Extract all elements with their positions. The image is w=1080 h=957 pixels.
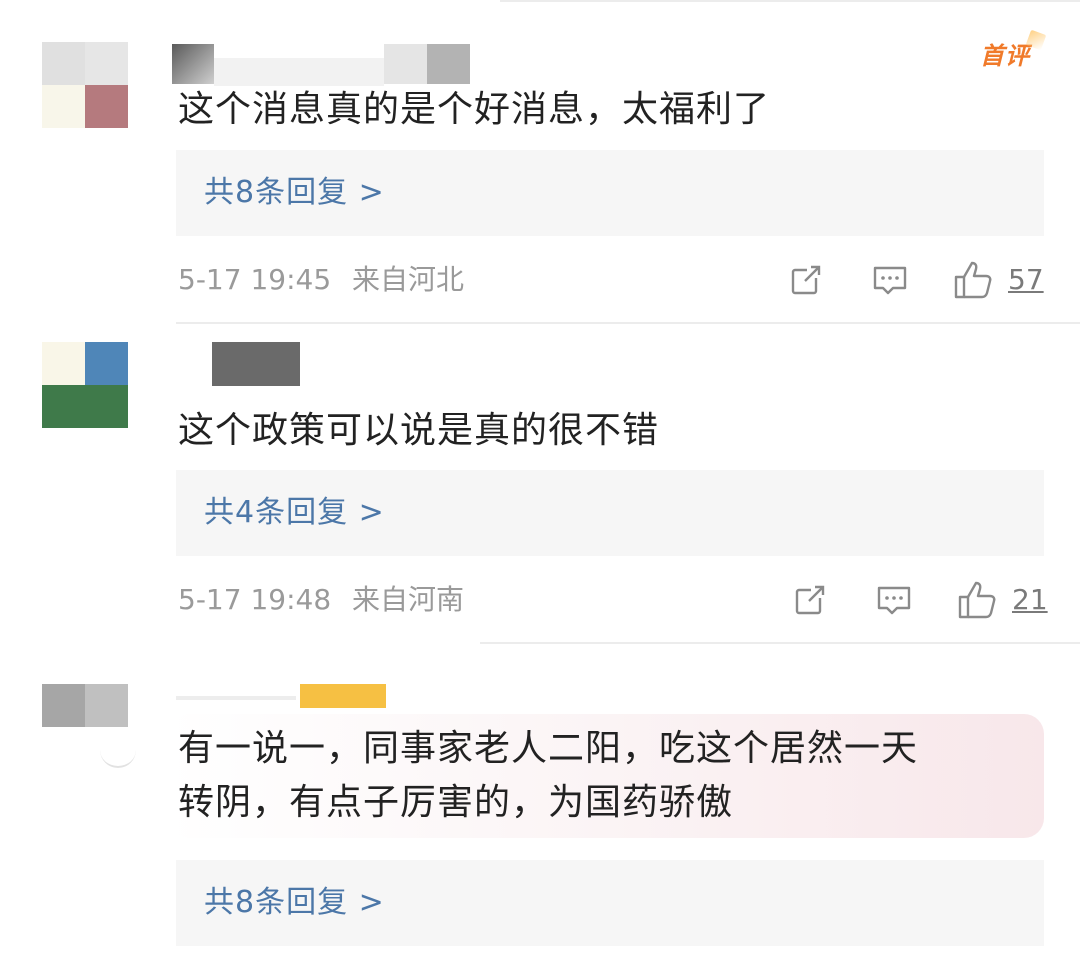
- avatar[interactable]: [42, 684, 128, 728]
- username-redacted[interactable]: [300, 684, 386, 708]
- share-icon[interactable]: [790, 580, 830, 620]
- location: 来自河南: [352, 583, 465, 616]
- view-replies-link[interactable]: 共4条回复 >: [204, 470, 385, 556]
- avatar-decoration: [100, 740, 136, 768]
- like-count[interactable]: 21: [1012, 580, 1048, 620]
- comment-text: 有一说一，同事家老人二阳，吃这个居然一天 转阴，有点子厉害的，为国药骄傲: [178, 722, 918, 830]
- view-replies-link[interactable]: 共8条回复 >: [204, 150, 385, 236]
- username-redacted[interactable]: [172, 44, 472, 88]
- timestamp: 5-17 19:48: [178, 583, 332, 616]
- like-count[interactable]: 57: [1008, 260, 1044, 300]
- comment-icon[interactable]: [874, 580, 914, 620]
- comment-text-line: 转阴，有点子厉害的，为国药骄傲: [178, 782, 734, 823]
- replies-panel[interactable]: 共8条回复 >: [176, 150, 1044, 236]
- comment-item: 这个政策可以说是真的很不错 共4条回复 > 5-17 19:48 来自河南 21: [0, 322, 1080, 644]
- replies-panel[interactable]: 共4条回复 >: [176, 470, 1044, 556]
- thumbs-up-icon[interactable]: [956, 578, 1000, 622]
- comment-meta: 5-17 19:45 来自河北: [178, 260, 464, 300]
- timestamp: 5-17 19:45: [178, 263, 332, 296]
- view-replies-link[interactable]: 共8条回复 >: [204, 860, 385, 946]
- avatar[interactable]: [42, 342, 128, 428]
- comment-item: 有一说一，同事家老人二阳，吃这个居然一天 转阴，有点子厉害的，为国药骄傲 共8条…: [0, 644, 1080, 957]
- first-comment-badge: 首评: [980, 36, 1030, 71]
- location: 来自河北: [352, 263, 465, 296]
- comment-text: 这个消息真的是个好消息，太福利了: [178, 89, 771, 130]
- thumbs-up-icon[interactable]: [952, 258, 996, 302]
- comment-icon[interactable]: [870, 260, 910, 300]
- username-redacted[interactable]: [212, 342, 300, 386]
- comment-meta: 5-17 19:48 来自河南: [178, 580, 464, 620]
- comment-text: 这个政策可以说是真的很不错: [178, 410, 660, 451]
- comment-text-line: 有一说一，同事家老人二阳，吃这个居然一天: [178, 728, 919, 769]
- share-icon[interactable]: [786, 260, 826, 300]
- avatar[interactable]: [42, 42, 128, 128]
- username-redacted-line: [176, 696, 296, 700]
- comment-item: 首评 这个消息真的是个好消息，太福利了 共8条回复 > 5-17 19:45 来…: [0, 0, 1080, 322]
- replies-panel[interactable]: 共8条回复 >: [176, 860, 1044, 946]
